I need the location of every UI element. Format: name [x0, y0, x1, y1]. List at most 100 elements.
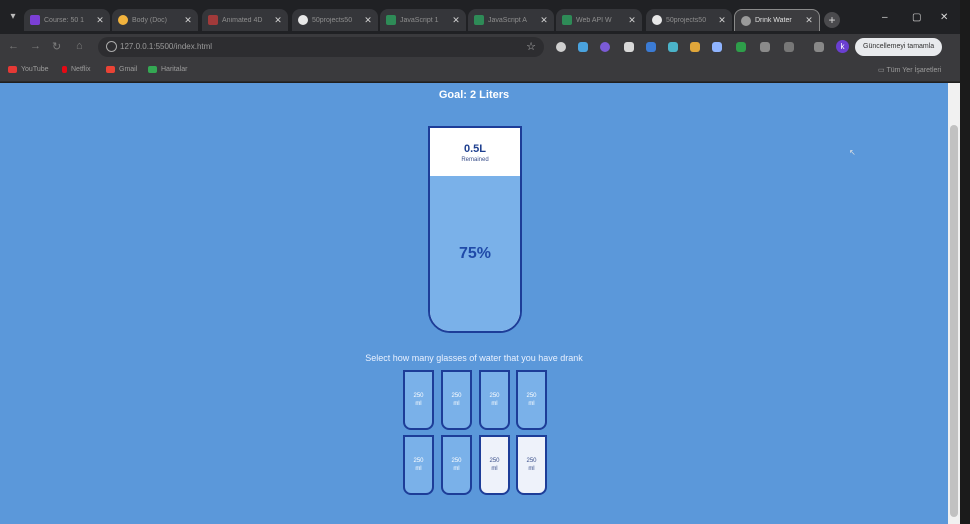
cup-unit: ml — [415, 401, 422, 407]
bookmark-star-icon[interactable]: ☆ — [526, 40, 536, 53]
big-cup: 0.5L Remained 75% — [428, 126, 522, 333]
tab-title: 50projects50 — [312, 16, 353, 24]
extension-icon[interactable] — [578, 42, 588, 52]
cup-amount: 250 — [526, 458, 537, 464]
window-edge — [960, 0, 970, 524]
extension-icon[interactable] — [760, 42, 770, 52]
small-cup[interactable]: 250 ml — [441, 370, 472, 430]
globe-icon — [741, 15, 751, 26]
bookmark-label: Gmail — [119, 66, 138, 73]
minimize-icon[interactable]: – — [882, 12, 888, 23]
small-cup[interactable]: 250 ml — [403, 370, 434, 430]
cup-unit: ml — [528, 466, 535, 472]
tab-close-icon[interactable]: ✕ — [805, 15, 813, 26]
tab-title: Drink Water — [755, 17, 792, 24]
bookmark-item[interactable]: Haritalar — [148, 66, 187, 73]
tab-close-icon[interactable]: ✕ — [452, 15, 460, 26]
all-bookmarks[interactable]: ▭ Tüm Yer İşaretleri — [878, 66, 941, 74]
tab-favicon-icon — [386, 15, 396, 25]
url-text[interactable]: 127.0.0.1:5500/index.html — [120, 42, 212, 51]
cup-unit: ml — [453, 401, 460, 407]
update-button[interactable]: Güncellemeyi tamamla — [855, 38, 943, 56]
bookmark-label: Haritalar — [161, 66, 188, 73]
bookmark-item[interactable]: Gmail — [106, 66, 137, 73]
remained-value: 0.5L — [463, 143, 486, 155]
small-cup[interactable]: 250 ml — [479, 435, 510, 495]
toolbar: ← → ↻ ⌂ 127.0.0.1:5500/index.html ☆ k Gü… — [0, 34, 960, 60]
tab[interactable]: JavaScript 1 ✕ — [380, 9, 466, 31]
extension-icon[interactable] — [646, 42, 656, 52]
small-cup[interactable]: 250 ml — [441, 435, 472, 495]
extension-icon[interactable] — [668, 42, 678, 52]
small-cup[interactable]: 250 ml — [479, 370, 510, 430]
extension-icon[interactable] — [600, 42, 610, 52]
tab-favicon-icon — [118, 15, 128, 25]
restore-icon[interactable]: ▢ — [912, 12, 921, 23]
all-bookmarks-label: Tüm Yer İşaretleri — [886, 67, 942, 74]
cup-unit: ml — [415, 466, 422, 472]
tab[interactable]: Web API W ✕ — [556, 9, 642, 31]
extension-icon[interactable] — [784, 42, 794, 52]
forward-icon[interactable]: → — [30, 40, 41, 52]
back-icon[interactable]: ← — [8, 40, 19, 52]
extension-icon[interactable] — [624, 42, 634, 52]
percentage-fill: 75% — [430, 176, 520, 331]
bookmarks-bar: YouTube Netflix Gmail Haritalar ▭ Tüm Ye… — [0, 60, 960, 82]
tab-close-icon[interactable]: ✕ — [274, 15, 282, 26]
cup-amount: 250 — [526, 393, 537, 399]
tab-close-icon[interactable]: ✕ — [540, 15, 548, 26]
cup-unit: ml — [453, 466, 460, 472]
tab[interactable]: 50projects50 ✕ — [292, 9, 378, 31]
reload-icon[interactable]: ↻ — [52, 40, 61, 53]
extension-icon[interactable] — [556, 42, 566, 52]
maps-icon — [148, 66, 157, 73]
extension-icon[interactable] — [736, 42, 746, 52]
tab-close-icon[interactable]: ✕ — [364, 15, 372, 26]
tab-favicon-icon — [474, 15, 484, 25]
small-cup[interactable]: 250 ml — [403, 435, 434, 495]
close-window-icon[interactable]: ✕ — [940, 12, 948, 23]
cup-unit: ml — [528, 401, 535, 407]
extension-icon[interactable] — [690, 42, 700, 52]
tab-close-icon[interactable]: ✕ — [718, 15, 726, 26]
tab[interactable]: Course: 50 1 ✕ — [24, 9, 110, 31]
tab-close-icon[interactable]: ✕ — [96, 15, 104, 26]
tab[interactable]: Body (Doc) ✕ — [112, 9, 198, 31]
cup-amount: 250 — [489, 458, 500, 464]
bookmark-item[interactable]: YouTube — [8, 66, 49, 73]
github-icon — [298, 15, 308, 25]
small-cup[interactable]: 250 ml — [516, 435, 547, 495]
tab[interactable]: 50projects50 ✕ — [646, 9, 732, 31]
tab-favicon-icon — [562, 15, 572, 25]
scrollbar-thumb[interactable] — [950, 125, 958, 517]
tab[interactable]: Animated 4D ✕ — [202, 9, 288, 31]
profile-avatar[interactable]: k — [836, 40, 849, 53]
tab-active[interactable]: Drink Water ✕ — [734, 9, 820, 31]
tab-favicon-icon — [208, 15, 218, 25]
new-tab-button[interactable]: + — [824, 12, 840, 28]
tab-title: Course: 50 1 — [44, 16, 85, 24]
address-bar[interactable]: 127.0.0.1:5500/index.html ☆ — [98, 37, 544, 57]
extension-icon[interactable] — [712, 42, 722, 52]
site-info-icon[interactable] — [106, 41, 117, 52]
tab-search-icon[interactable]: ▾ — [6, 10, 20, 24]
home-icon[interactable]: ⌂ — [76, 40, 83, 52]
puzzle-icon[interactable] — [814, 42, 824, 52]
tab-title: Web API W — [576, 16, 612, 24]
browser-window: ▾ Course: 50 1 ✕ Body (Doc) ✕ Animated 4… — [0, 0, 970, 524]
bookmark-label: Netflix — [71, 66, 91, 73]
tab-strip: ▾ Course: 50 1 ✕ Body (Doc) ✕ Animated 4… — [0, 0, 960, 34]
gmail-icon — [106, 66, 115, 73]
page-scrollbar[interactable] — [948, 83, 960, 524]
youtube-icon — [8, 66, 17, 73]
bookmark-item[interactable]: Netflix — [62, 66, 90, 73]
cup-unit: ml — [491, 466, 498, 472]
tab-close-icon[interactable]: ✕ — [184, 15, 192, 26]
github-icon — [652, 15, 662, 25]
tab-close-icon[interactable]: ✕ — [628, 15, 636, 26]
tab[interactable]: JavaScript A ✕ — [468, 9, 554, 31]
small-cup[interactable]: 250 ml — [516, 370, 547, 430]
cup-amount: 250 — [413, 458, 424, 464]
remained-section: 0.5L Remained — [430, 128, 520, 178]
netflix-icon — [62, 66, 67, 73]
